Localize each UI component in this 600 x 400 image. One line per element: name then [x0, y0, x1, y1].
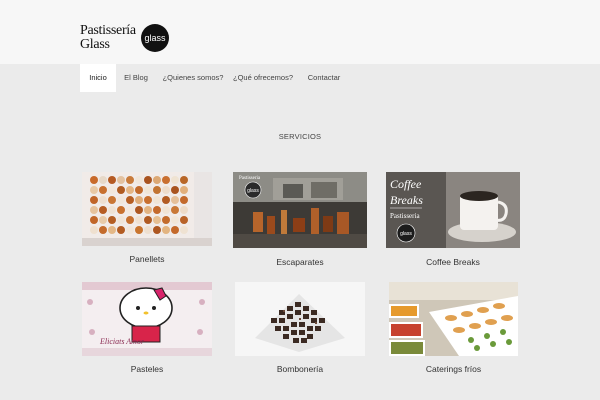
service-caption-caterings-frios[interactable]: Caterings fríos [389, 364, 518, 374]
nav-item-que-ofrecemos[interactable]: ¿Qué ofrecemos? [232, 64, 294, 92]
logo-text: glass [144, 33, 166, 43]
service-image-panellets[interactable] [82, 172, 212, 246]
section-title: SERVICIOS [278, 132, 322, 141]
panellets-photo [82, 172, 212, 246]
service-caption-panellets[interactable]: Panellets [82, 254, 212, 264]
nav-item-inicio[interactable]: Inicio [80, 64, 116, 92]
site-title[interactable]: Pastissería Glass [80, 24, 136, 52]
coffee-breaks-photo: Coffee Breaks Pastisseria glass [386, 172, 520, 248]
site-title-line2: Glass [80, 37, 110, 52]
site-title-line1: Pastissería [80, 23, 136, 38]
caterings-photo [389, 282, 518, 356]
service-caption-bomboneria[interactable]: Bombonería [235, 364, 365, 374]
coffee-logo-text: glass [400, 231, 412, 237]
escaparates-logo-text: glass [247, 188, 259, 194]
pasteles-overlay-text: Eliciats Amor [99, 337, 145, 346]
escaparates-photo: glass Pastisseria [233, 172, 367, 248]
bomboneria-photo [235, 282, 365, 356]
service-image-caterings-frios[interactable] [389, 282, 518, 356]
pasteles-photo: Eliciats Amor [82, 282, 212, 356]
logo[interactable]: glass [141, 24, 169, 52]
nav-item-blog[interactable]: El Blog [120, 64, 152, 92]
coffee-overlay-text-2: Breaks [390, 193, 423, 207]
coffee-overlay-text-3: Pastisseria [390, 212, 420, 220]
service-caption-escaparates[interactable]: Escaparates [233, 257, 367, 267]
service-image-pasteles[interactable]: Eliciats Amor [82, 282, 212, 356]
escaparates-overlay-text: Pastisseria [239, 176, 261, 181]
service-image-escaparates[interactable]: glass Pastisseria [233, 172, 367, 248]
service-caption-coffee-breaks[interactable]: Coffee Breaks [386, 257, 520, 267]
nav-item-quienes-somos[interactable]: ¿Quienes somos? [161, 64, 225, 92]
service-image-bomboneria[interactable] [235, 282, 365, 356]
coffee-overlay-text-1: Coffee [390, 177, 422, 191]
service-caption-pasteles[interactable]: Pasteles [82, 364, 212, 374]
service-image-coffee-breaks[interactable]: Coffee Breaks Pastisseria glass [386, 172, 520, 248]
main-nav: Inicio El Blog ¿Quienes somos? ¿Qué ofre… [0, 64, 600, 92]
site-header: Pastissería Glass glass [0, 0, 600, 64]
nav-item-contactar[interactable]: Contactar [303, 64, 345, 92]
